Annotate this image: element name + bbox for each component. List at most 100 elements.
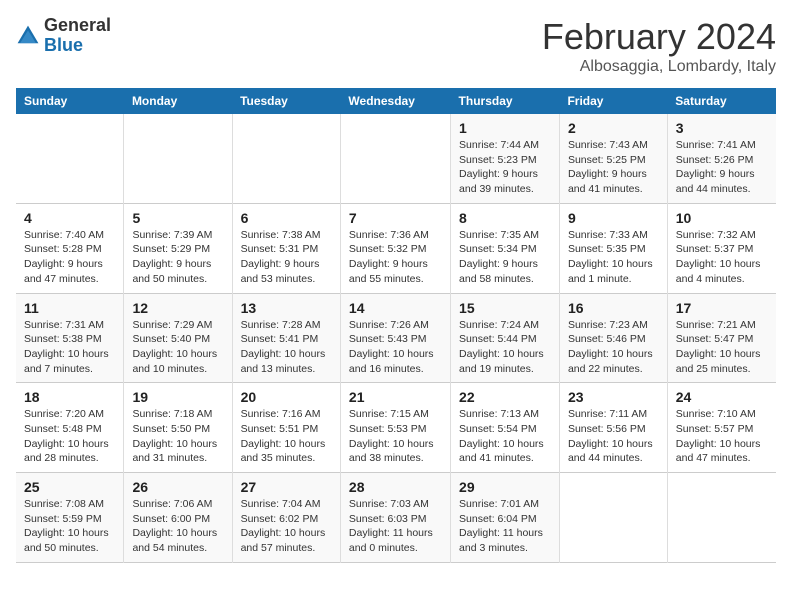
day-number: 4 <box>24 210 115 226</box>
day-info: Sunrise: 7:41 AM Sunset: 5:26 PM Dayligh… <box>676 138 768 197</box>
calendar-cell: 25 Sunrise: 7:08 AM Sunset: 5:59 PM Dayli… <box>16 473 124 563</box>
calendar-cell <box>124 114 232 203</box>
day-info: Sunrise: 7:33 AM Sunset: 5:35 PM Dayligh… <box>568 228 659 287</box>
calendar-week-row: 25 Sunrise: 7:08 AM Sunset: 5:59 PM Dayli… <box>16 473 776 563</box>
day-number: 5 <box>132 210 223 226</box>
day-number: 13 <box>241 300 332 316</box>
day-info: Sunrise: 7:18 AM Sunset: 5:50 PM Dayligh… <box>132 407 223 466</box>
page-header: General Blue February 2024 Albosaggia, L… <box>16 16 776 76</box>
day-info: Sunrise: 7:40 AM Sunset: 5:28 PM Dayligh… <box>24 228 115 287</box>
day-info: Sunrise: 7:39 AM Sunset: 5:29 PM Dayligh… <box>132 228 223 287</box>
calendar-cell: 5 Sunrise: 7:39 AM Sunset: 5:29 PM Daylig… <box>124 203 232 293</box>
weekday-header: Friday <box>559 88 667 114</box>
day-info: Sunrise: 7:03 AM Sunset: 6:03 PM Dayligh… <box>349 497 442 556</box>
calendar-cell: 22Sunrise: 7:13 AM Sunset: 5:54 PM Dayli… <box>451 383 560 473</box>
weekday-header-row: SundayMondayTuesdayWednesdayThursdayFrid… <box>16 88 776 114</box>
calendar-cell: 12 Sunrise: 7:29 AM Sunset: 5:40 PM Dayli… <box>124 293 232 383</box>
day-info: Sunrise: 7:10 AM Sunset: 5:57 PM Dayligh… <box>676 407 768 466</box>
calendar-cell: 23 Sunrise: 7:11 AM Sunset: 5:56 PM Dayli… <box>559 383 667 473</box>
day-number: 26 <box>132 479 223 495</box>
day-number: 1 <box>459 120 551 136</box>
day-info: Sunrise: 7:35 AM Sunset: 5:34 PM Dayligh… <box>459 228 551 287</box>
day-info: Sunrise: 7:16 AM Sunset: 5:51 PM Dayligh… <box>241 407 332 466</box>
calendar-cell <box>340 114 450 203</box>
weekday-header: Sunday <box>16 88 124 114</box>
day-number: 10 <box>676 210 768 226</box>
logo-icon <box>16 24 40 48</box>
day-number: 8 <box>459 210 551 226</box>
day-number: 6 <box>241 210 332 226</box>
day-number: 27 <box>241 479 332 495</box>
calendar-cell: 29 Sunrise: 7:01 AM Sunset: 6:04 PM Dayli… <box>451 473 560 563</box>
calendar-cell: 16Sunrise: 7:23 AM Sunset: 5:46 PM Dayli… <box>559 293 667 383</box>
weekday-header: Wednesday <box>340 88 450 114</box>
logo-general-text: General <box>44 15 111 35</box>
calendar-week-row: 1 Sunrise: 7:44 AM Sunset: 5:23 PM Daylig… <box>16 114 776 203</box>
day-number: 16 <box>568 300 659 316</box>
calendar-cell: 2Sunrise: 7:43 AM Sunset: 5:25 PM Daylig… <box>559 114 667 203</box>
day-info: Sunrise: 7:04 AM Sunset: 6:02 PM Dayligh… <box>241 497 332 556</box>
day-info: Sunrise: 7:11 AM Sunset: 5:56 PM Dayligh… <box>568 407 659 466</box>
calendar-week-row: 11 Sunrise: 7:31 AM Sunset: 5:38 PM Dayli… <box>16 293 776 383</box>
day-info: Sunrise: 7:44 AM Sunset: 5:23 PM Dayligh… <box>459 138 551 197</box>
day-number: 11 <box>24 300 115 316</box>
title-section: February 2024 Albosaggia, Lombardy, Ital… <box>542 16 776 76</box>
weekday-header: Saturday <box>667 88 776 114</box>
day-number: 2 <box>568 120 659 136</box>
calendar-cell: 24 Sunrise: 7:10 AM Sunset: 5:57 PM Dayli… <box>667 383 776 473</box>
calendar-cell <box>16 114 124 203</box>
calendar-cell: 10 Sunrise: 7:32 AM Sunset: 5:37 PM Dayli… <box>667 203 776 293</box>
calendar-cell: 20 Sunrise: 7:16 AM Sunset: 5:51 PM Dayli… <box>232 383 340 473</box>
calendar-cell: 11 Sunrise: 7:31 AM Sunset: 5:38 PM Dayli… <box>16 293 124 383</box>
calendar-subtitle: Albosaggia, Lombardy, Italy <box>542 58 776 76</box>
calendar-cell: 7 Sunrise: 7:36 AM Sunset: 5:32 PM Daylig… <box>340 203 450 293</box>
day-info: Sunrise: 7:06 AM Sunset: 6:00 PM Dayligh… <box>132 497 223 556</box>
day-info: Sunrise: 7:28 AM Sunset: 5:41 PM Dayligh… <box>241 318 332 377</box>
day-number: 7 <box>349 210 442 226</box>
calendar-cell: 9Sunrise: 7:33 AM Sunset: 5:35 PM Daylig… <box>559 203 667 293</box>
calendar-title: February 2024 <box>542 16 776 58</box>
day-number: 20 <box>241 389 332 405</box>
day-number: 18 <box>24 389 115 405</box>
day-number: 25 <box>24 479 115 495</box>
day-number: 21 <box>349 389 442 405</box>
calendar-cell: 13 Sunrise: 7:28 AM Sunset: 5:41 PM Dayli… <box>232 293 340 383</box>
calendar-cell: 26 Sunrise: 7:06 AM Sunset: 6:00 PM Dayli… <box>124 473 232 563</box>
day-number: 15 <box>459 300 551 316</box>
day-number: 14 <box>349 300 442 316</box>
logo-blue-text: Blue <box>44 35 83 55</box>
day-info: Sunrise: 7:32 AM Sunset: 5:37 PM Dayligh… <box>676 228 768 287</box>
calendar-cell <box>559 473 667 563</box>
day-info: Sunrise: 7:24 AM Sunset: 5:44 PM Dayligh… <box>459 318 551 377</box>
calendar-cell: 27 Sunrise: 7:04 AM Sunset: 6:02 PM Dayli… <box>232 473 340 563</box>
weekday-header: Thursday <box>451 88 560 114</box>
day-number: 24 <box>676 389 768 405</box>
day-info: Sunrise: 7:31 AM Sunset: 5:38 PM Dayligh… <box>24 318 115 377</box>
day-number: 22 <box>459 389 551 405</box>
day-number: 3 <box>676 120 768 136</box>
calendar-cell <box>232 114 340 203</box>
calendar-cell: 15 Sunrise: 7:24 AM Sunset: 5:44 PM Dayli… <box>451 293 560 383</box>
day-number: 29 <box>459 479 551 495</box>
calendar-cell: 14Sunrise: 7:26 AM Sunset: 5:43 PM Dayli… <box>340 293 450 383</box>
day-info: Sunrise: 7:08 AM Sunset: 5:59 PM Dayligh… <box>24 497 115 556</box>
day-info: Sunrise: 7:20 AM Sunset: 5:48 PM Dayligh… <box>24 407 115 466</box>
calendar-cell: 6Sunrise: 7:38 AM Sunset: 5:31 PM Daylig… <box>232 203 340 293</box>
day-info: Sunrise: 7:36 AM Sunset: 5:32 PM Dayligh… <box>349 228 442 287</box>
day-info: Sunrise: 7:15 AM Sunset: 5:53 PM Dayligh… <box>349 407 442 466</box>
day-number: 12 <box>132 300 223 316</box>
day-number: 23 <box>568 389 659 405</box>
calendar-cell: 17Sunrise: 7:21 AM Sunset: 5:47 PM Dayli… <box>667 293 776 383</box>
calendar-cell: 28Sunrise: 7:03 AM Sunset: 6:03 PM Dayli… <box>340 473 450 563</box>
day-info: Sunrise: 7:29 AM Sunset: 5:40 PM Dayligh… <box>132 318 223 377</box>
calendar-week-row: 18 Sunrise: 7:20 AM Sunset: 5:48 PM Dayli… <box>16 383 776 473</box>
calendar-cell: 19Sunrise: 7:18 AM Sunset: 5:50 PM Dayli… <box>124 383 232 473</box>
calendar-table: SundayMondayTuesdayWednesdayThursdayFrid… <box>16 88 776 563</box>
day-info: Sunrise: 7:01 AM Sunset: 6:04 PM Dayligh… <box>459 497 551 556</box>
calendar-cell: 18 Sunrise: 7:20 AM Sunset: 5:48 PM Dayli… <box>16 383 124 473</box>
calendar-cell: 1 Sunrise: 7:44 AM Sunset: 5:23 PM Daylig… <box>451 114 560 203</box>
calendar-cell: 3 Sunrise: 7:41 AM Sunset: 5:26 PM Daylig… <box>667 114 776 203</box>
calendar-cell: 4 Sunrise: 7:40 AM Sunset: 5:28 PM Daylig… <box>16 203 124 293</box>
calendar-cell <box>667 473 776 563</box>
logo: General Blue <box>16 16 111 56</box>
